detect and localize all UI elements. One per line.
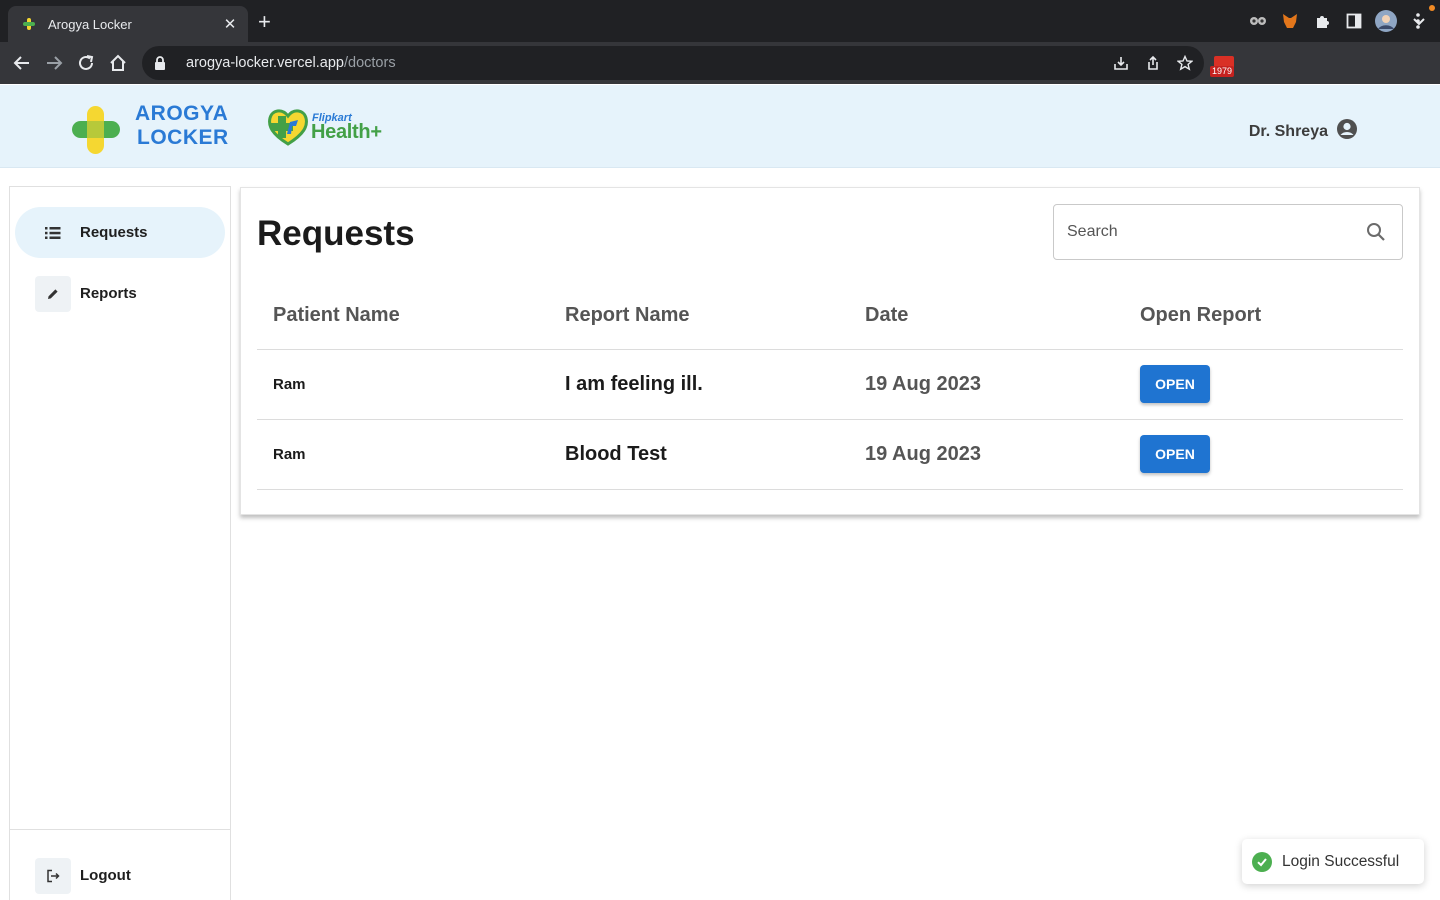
tab-title: Arogya Locker [48,16,132,32]
requests-table: Patient Name Report Name Date Open Repor… [257,282,1403,490]
table-row: Ram Blood Test 19 Aug 2023 OPEN [257,419,1403,490]
reload-icon[interactable] [75,52,97,74]
toast-message: Login Successful [1282,852,1400,870]
partner-brand-big: Health+ [311,121,382,143]
search-input[interactable] [1054,205,1366,259]
back-icon[interactable] [11,52,33,74]
arogya-logo-icon[interactable] [72,106,120,154]
lock-icon[interactable] [154,56,172,70]
share-icon[interactable] [1144,54,1162,72]
requests-card: Requests Patient Name Report Name Date O… [240,187,1420,515]
column-header-patient-name: Patient Name [257,282,565,350]
search-field[interactable] [1053,204,1403,260]
extension-owl-icon[interactable] [1246,9,1270,33]
logo-line-2: LOCKER [137,126,229,149]
table-header-row: Patient Name Report Name Date Open Repor… [257,282,1403,350]
sidebar-item-requests[interactable]: Requests [15,207,225,258]
forward-icon[interactable] [43,52,65,74]
url-path: /doctors [343,55,396,71]
extension-badge-count: 1979 [1210,66,1235,77]
column-header-report-name: Report Name [565,282,865,350]
sidebar-item-label: Requests [80,224,148,241]
page-title: Requests [257,214,415,253]
logout-icon [35,857,71,894]
open-report-cell: OPEN [1140,419,1403,490]
column-header-open-report: Open Report [1140,282,1403,350]
side-panel-icon[interactable] [1342,9,1366,33]
user-name: Dr. Shreya [1248,122,1328,140]
profile-avatar-icon[interactable] [1374,9,1398,33]
home-icon[interactable] [107,52,129,74]
patient-name-cell: Ram [257,419,565,490]
logo-line-1: AROGYA [135,102,229,125]
logout-button[interactable]: Logout [15,850,225,900]
search-icon[interactable] [1366,222,1388,242]
date-cell: 19 Aug 2023 [865,349,1140,420]
app-header: AROGYA LOCKER [0,85,1440,168]
sidebar-item-label: Reports [80,285,137,302]
app-logo-text[interactable]: AROGYA LOCKER [135,102,229,150]
report-name-cell: Blood Test [565,419,865,490]
metamask-fox-icon[interactable] [1278,9,1302,33]
close-tab-icon[interactable]: ✕ [222,15,238,33]
account-circle-icon [1336,118,1358,145]
column-header-date: Date [865,282,1140,350]
user-menu[interactable]: Dr. Shreya [1249,118,1358,145]
browser-tab-strip: Arogya Locker ✕ + [0,0,1440,42]
table-row: Ram I am feeling ill. 19 Aug 2023 OPEN [257,349,1403,420]
open-report-button[interactable]: OPEN [1140,365,1210,403]
sidebar-divider [10,829,230,830]
browser-menu-icon[interactable] [1406,9,1430,33]
logout-label: Logout [80,867,131,884]
date-cell: 19 Aug 2023 [865,419,1140,490]
pencil-icon [35,275,71,312]
bookmark-star-icon[interactable] [1176,54,1194,72]
flipkart-health-logo-icon [268,108,310,151]
browser-tab[interactable]: Arogya Locker ✕ [8,6,248,42]
gmail-extension-icon[interactable]: 1979 [1210,54,1240,78]
sidebar: Requests Reports Logout [9,186,231,900]
open-report-button[interactable]: OPEN [1140,435,1210,473]
list-icon [35,215,71,251]
install-app-icon[interactable] [1112,54,1130,72]
favicon-icon [22,17,36,31]
login-success-toast[interactable]: Login Successful [1242,839,1424,884]
new-tab-button[interactable]: + [258,11,271,33]
report-name-cell: I am feeling ill. [565,349,865,420]
extensions-puzzle-icon[interactable] [1310,9,1334,33]
url-host: arogya-locker.vercel.app [186,55,344,71]
open-report-cell: OPEN [1140,349,1403,420]
check-circle-icon [1252,851,1272,872]
patient-name-cell: Ram [257,349,565,420]
sidebar-item-reports[interactable]: Reports [15,268,225,319]
address-bar[interactable]: arogya-locker.vercel.app/doctors [142,46,1204,80]
